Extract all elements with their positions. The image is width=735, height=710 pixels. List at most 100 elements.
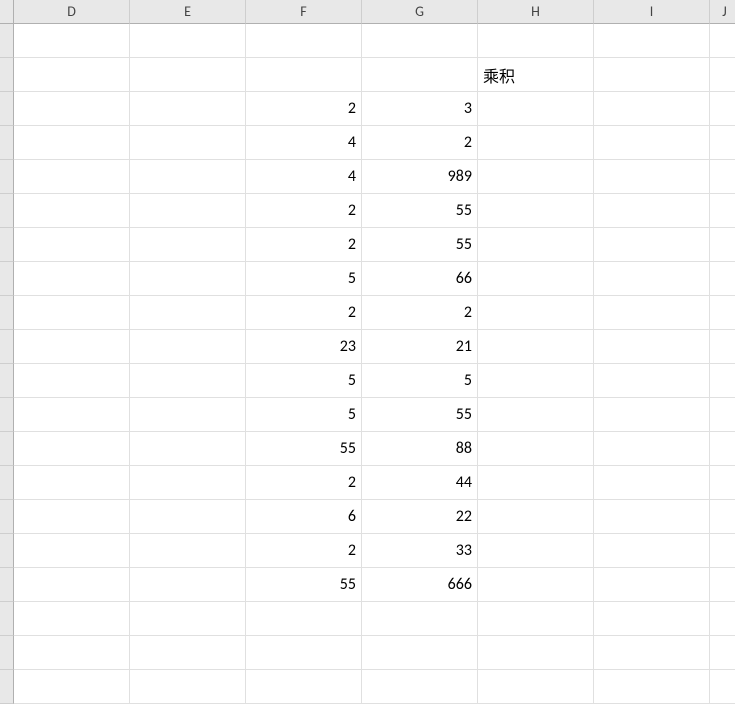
cell[interactable]: 4	[246, 126, 362, 160]
cell[interactable]	[246, 636, 362, 670]
cell[interactable]	[478, 24, 594, 58]
cell[interactable]: 乘积	[478, 58, 594, 92]
cell[interactable]	[478, 466, 594, 500]
cell[interactable]	[594, 466, 710, 500]
cell[interactable]	[710, 262, 735, 296]
cell[interactable]	[14, 466, 130, 500]
cell[interactable]: 5	[246, 262, 362, 296]
cell[interactable]	[710, 58, 735, 92]
cell[interactable]	[594, 568, 710, 602]
cell[interactable]	[594, 126, 710, 160]
cell[interactable]	[594, 432, 710, 466]
cell[interactable]	[594, 534, 710, 568]
cell[interactable]: 22	[362, 500, 478, 534]
cell[interactable]: 2	[246, 194, 362, 228]
cell[interactable]	[130, 92, 246, 126]
column-header-H[interactable]: H	[478, 0, 594, 24]
cell[interactable]	[594, 92, 710, 126]
cell[interactable]	[710, 534, 735, 568]
cell[interactable]: 2	[362, 296, 478, 330]
cell[interactable]	[246, 58, 362, 92]
cell[interactable]	[130, 296, 246, 330]
cell[interactable]	[710, 296, 735, 330]
cell[interactable]	[478, 296, 594, 330]
cell[interactable]	[710, 636, 735, 670]
cell[interactable]	[14, 602, 130, 636]
cell[interactable]	[246, 670, 362, 704]
cell[interactable]	[14, 58, 130, 92]
cell[interactable]	[594, 58, 710, 92]
cell[interactable]	[14, 160, 130, 194]
cell[interactable]	[478, 330, 594, 364]
cell[interactable]	[14, 670, 130, 704]
cell[interactable]	[478, 194, 594, 228]
cell[interactable]: 2	[246, 228, 362, 262]
cell[interactable]	[130, 602, 246, 636]
cell[interactable]: 21	[362, 330, 478, 364]
cell[interactable]: 989	[362, 160, 478, 194]
cell[interactable]	[710, 126, 735, 160]
cell[interactable]: 55	[362, 398, 478, 432]
cell[interactable]	[710, 568, 735, 602]
cell[interactable]	[478, 160, 594, 194]
cell[interactable]	[594, 398, 710, 432]
cell[interactable]	[710, 602, 735, 636]
cell[interactable]	[14, 126, 130, 160]
cell[interactable]	[130, 228, 246, 262]
cell[interactable]	[362, 24, 478, 58]
cell[interactable]	[710, 500, 735, 534]
cell[interactable]	[478, 670, 594, 704]
cell[interactable]	[246, 24, 362, 58]
cell[interactable]	[130, 194, 246, 228]
cell[interactable]: 2	[246, 534, 362, 568]
column-header-J[interactable]: J	[710, 0, 735, 24]
cell[interactable]	[130, 58, 246, 92]
cell[interactable]	[130, 24, 246, 58]
cell[interactable]	[14, 432, 130, 466]
cell[interactable]	[130, 126, 246, 160]
cell[interactable]: 2	[246, 296, 362, 330]
cell[interactable]	[362, 602, 478, 636]
cell[interactable]	[14, 568, 130, 602]
cell[interactable]	[130, 398, 246, 432]
cell[interactable]	[130, 330, 246, 364]
cell[interactable]	[594, 330, 710, 364]
cell[interactable]	[594, 500, 710, 534]
column-header-G[interactable]: G	[362, 0, 478, 24]
cell[interactable]	[594, 194, 710, 228]
cell[interactable]	[594, 364, 710, 398]
cell[interactable]: 5	[362, 364, 478, 398]
cell[interactable]	[246, 602, 362, 636]
cell[interactable]	[14, 500, 130, 534]
cell[interactable]	[710, 364, 735, 398]
cell[interactable]	[478, 602, 594, 636]
cell[interactable]	[594, 24, 710, 58]
cell[interactable]: 5	[246, 398, 362, 432]
cell[interactable]: 5	[246, 364, 362, 398]
cell[interactable]	[710, 432, 735, 466]
cell[interactable]	[710, 330, 735, 364]
cell[interactable]	[478, 262, 594, 296]
cell[interactable]	[478, 126, 594, 160]
cell[interactable]	[130, 466, 246, 500]
cell[interactable]: 4	[246, 160, 362, 194]
spreadsheet-grid[interactable]: D E F G H I J 乘积 2 3 4 2 4 989	[0, 0, 735, 704]
cell[interactable]: 55	[362, 228, 478, 262]
cell[interactable]	[14, 228, 130, 262]
cell[interactable]	[14, 296, 130, 330]
cell[interactable]	[130, 364, 246, 398]
cell[interactable]	[478, 228, 594, 262]
cell[interactable]	[594, 670, 710, 704]
cell[interactable]	[710, 228, 735, 262]
cell[interactable]	[710, 24, 735, 58]
cell[interactable]	[14, 364, 130, 398]
cell[interactable]	[130, 500, 246, 534]
cell[interactable]	[130, 534, 246, 568]
cell[interactable]	[362, 636, 478, 670]
cell[interactable]: 88	[362, 432, 478, 466]
cell[interactable]	[478, 432, 594, 466]
cell[interactable]: 55	[246, 432, 362, 466]
cell[interactable]	[710, 670, 735, 704]
cell[interactable]: 55	[362, 194, 478, 228]
cell[interactable]	[478, 92, 594, 126]
